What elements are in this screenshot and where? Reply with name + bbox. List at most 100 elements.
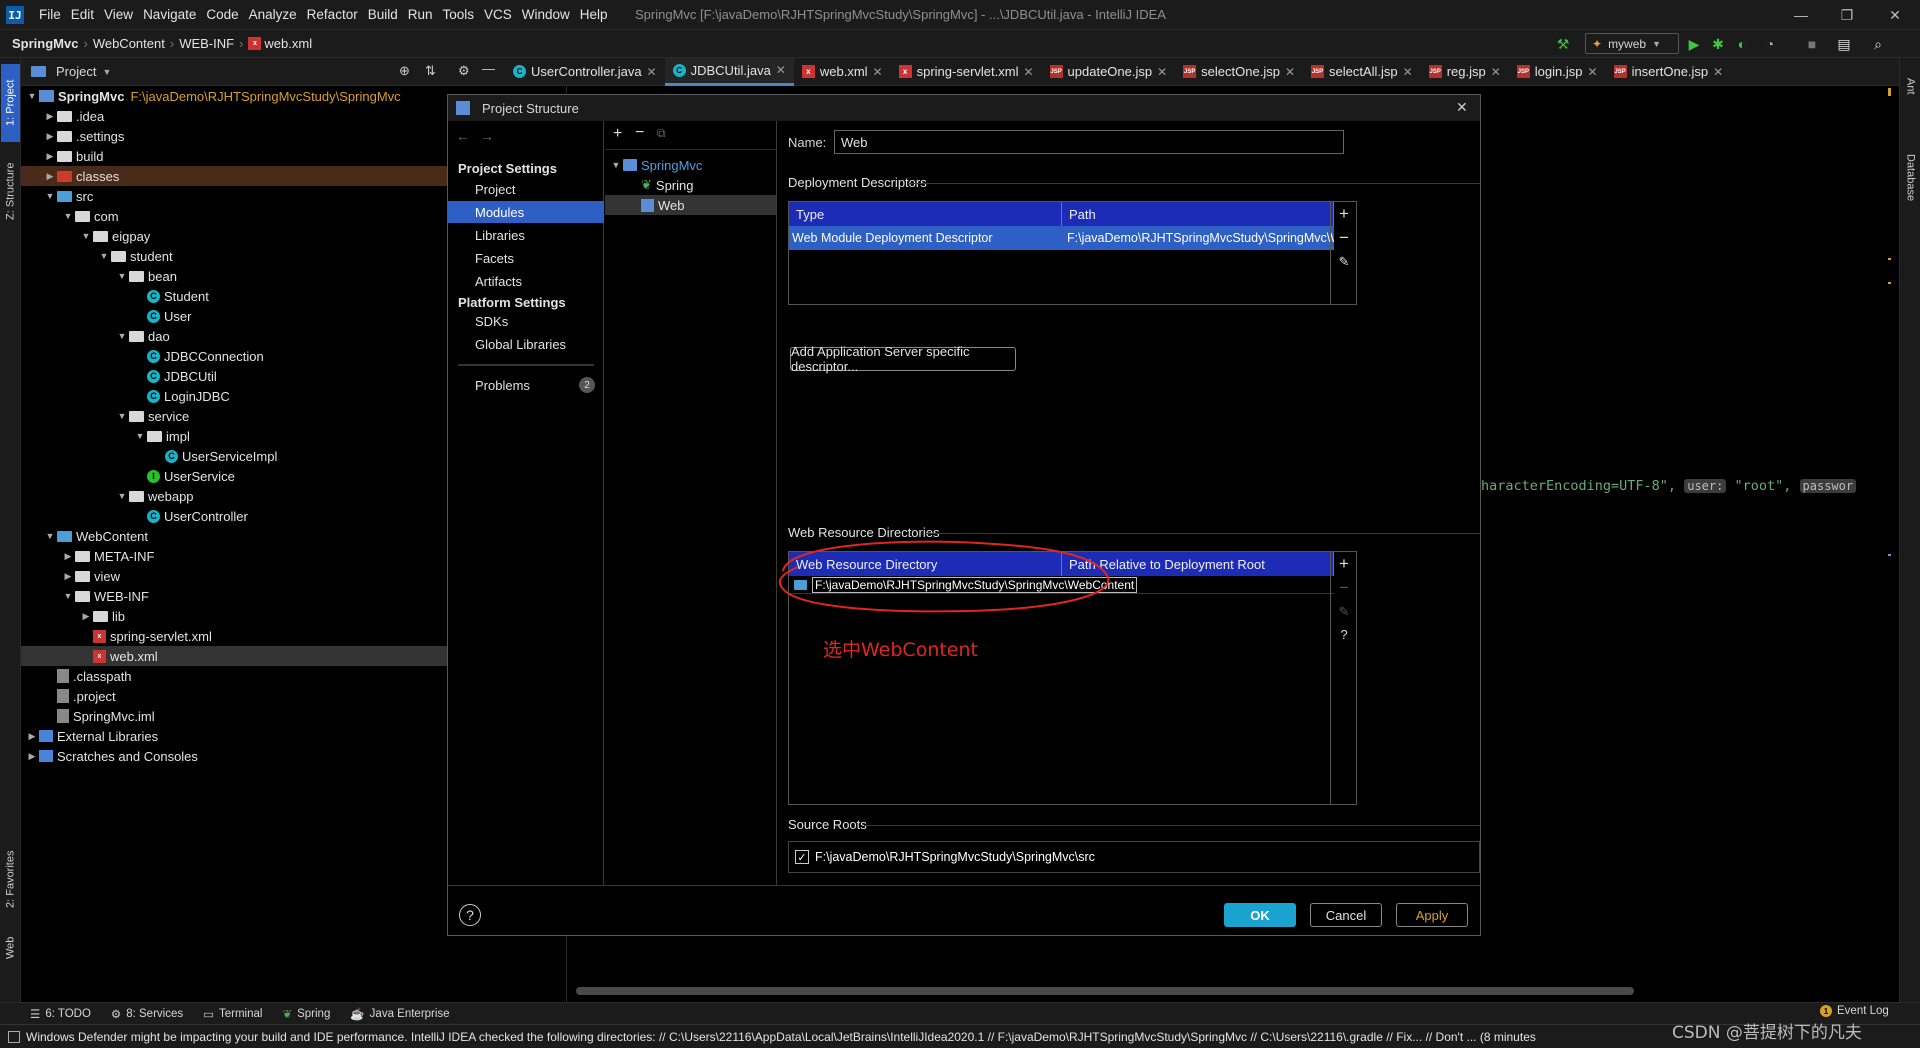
add-server-descriptor-button[interactable]: Add Application Server specific descript… [790, 344, 1016, 374]
close-tab-icon[interactable]: ✕ [1713, 65, 1723, 79]
nav-project[interactable]: Project [448, 178, 604, 200]
add-descriptor-icon[interactable]: + [1331, 202, 1357, 226]
tree-node[interactable]: ▼ WebContent [21, 526, 505, 546]
tree-node[interactable]: C JDBCConnection [21, 346, 505, 366]
facet-web[interactable]: Web [605, 195, 776, 215]
tree-node[interactable]: ▼ dao [21, 326, 505, 346]
tree-node[interactable]: C User [21, 306, 505, 326]
tree-node[interactable]: C LoginJDBC [21, 386, 505, 406]
forward-arrow-icon[interactable]: → [480, 128, 494, 144]
tree-node[interactable]: C Student [21, 286, 505, 306]
tree-node[interactable]: SpringMvc.iml [21, 706, 505, 726]
editor-tab[interactable]: JSP reg.jsp ✕ [1421, 58, 1509, 86]
close-tab-icon[interactable]: ✕ [1157, 65, 1167, 79]
edit-web-resource-icon[interactable]: ✎ [1331, 600, 1357, 624]
help-icon[interactable]: ? [1331, 622, 1357, 646]
web-tool-tab[interactable]: Web [1, 926, 20, 970]
tree-node[interactable]: ▼ bean [21, 266, 505, 286]
editor-tab[interactable]: JSP login.jsp ✕ [1509, 58, 1606, 86]
menu-refactor[interactable]: Refactor [302, 0, 363, 30]
editor-tab[interactable]: JSP selectOne.jsp ✕ [1175, 58, 1303, 86]
ok-button[interactable]: OK [1224, 903, 1296, 927]
expand-arrow-icon[interactable]: ▶ [43, 151, 57, 162]
close-tab-icon[interactable]: ✕ [647, 65, 657, 79]
tree-node[interactable]: ▼ impl [21, 426, 505, 446]
tree-node[interactable]: x web.xml [21, 646, 505, 666]
menu-navigate[interactable]: Navigate [138, 0, 201, 30]
close-tab-icon[interactable]: ✕ [1403, 65, 1413, 79]
bottom-tool-2[interactable]: ▭ Terminal [203, 1007, 262, 1021]
expand-arrow-icon[interactable]: ▶ [43, 111, 57, 122]
run-icon[interactable]: ▶ [1684, 34, 1704, 54]
editor-tab[interactable]: C JDBCUtil.java ✕ [664, 57, 794, 86]
nav-artifacts[interactable]: Artifacts [448, 270, 604, 292]
bottom-tool-0[interactable]: ☰ 6: TODO [30, 1007, 91, 1021]
close-tab-icon[interactable]: ✕ [1491, 65, 1501, 79]
tree-node[interactable]: .classpath [21, 666, 505, 686]
build-hammer-icon[interactable]: ⚒ [1553, 34, 1573, 54]
expand-arrow-icon[interactable]: ▶ [79, 611, 93, 622]
tree-node[interactable]: C UserServiceImpl [21, 446, 505, 466]
source-root-item[interactable]: ✓ F:\javaDemo\RJHTSpringMvcStudy\SpringM… [795, 845, 1095, 869]
menu-view[interactable]: View [99, 0, 138, 30]
menu-run[interactable]: Run [403, 0, 438, 30]
nav-facets[interactable]: Facets [448, 247, 604, 269]
menu-file[interactable]: File [34, 0, 66, 30]
menu-window[interactable]: Window [517, 0, 575, 30]
tree-node[interactable]: ▶ META-INF [21, 546, 505, 566]
menu-vcs[interactable]: VCS [479, 0, 517, 30]
stop-icon[interactable]: ■ [1802, 34, 1822, 54]
collapse-arrow-icon[interactable]: ▼ [115, 331, 129, 341]
coverage-icon[interactable]: ◐ [1732, 34, 1752, 54]
source-root-checkbox[interactable]: ✓ [795, 850, 809, 864]
structure-tool-tab[interactable]: Z: Structure [1, 150, 20, 232]
bottom-tool-1[interactable]: ⚙ 8: Services [111, 1007, 183, 1021]
breadcrumb-web-inf[interactable]: WEB-INF [179, 36, 234, 51]
nav-global-libraries[interactable]: Global Libraries [448, 333, 604, 355]
add-icon[interactable]: + [613, 125, 622, 143]
tree-node[interactable]: C UserController [21, 506, 505, 526]
collapse-arrow-icon[interactable]: ▼ [115, 491, 129, 501]
remove-web-resource-icon[interactable]: − [1331, 576, 1357, 600]
debug-icon[interactable]: ✱ [1708, 34, 1728, 54]
collapse-arrow-icon[interactable]: ▼ [61, 591, 75, 601]
expand-arrow-icon[interactable]: ▶ [25, 731, 39, 742]
close-tab-icon[interactable]: ✕ [1285, 65, 1295, 79]
collapse-arrow-icon[interactable]: ▼ [61, 211, 75, 221]
gear-icon[interactable]: ⚙ [458, 63, 470, 79]
close-dialog-icon[interactable]: ✕ [1456, 99, 1468, 116]
collapse-all-icon[interactable]: ⇅ [425, 63, 436, 79]
path-column-header[interactable]: Path [1062, 202, 1334, 226]
profile-icon[interactable]: ◔ [1760, 34, 1780, 54]
ant-tool-tab[interactable]: Ant [1902, 64, 1919, 108]
tree-node[interactable]: ▼ webapp [21, 486, 505, 506]
tree-node[interactable]: ▼ src [21, 186, 505, 206]
status-message[interactable]: Windows Defender might be impacting your… [26, 1030, 1676, 1044]
tree-node[interactable]: ▶ Scratches and Consoles [21, 746, 505, 766]
tree-node[interactable]: ▶ build [21, 146, 505, 166]
close-tab-icon[interactable]: ✕ [873, 65, 883, 79]
collapse-arrow-icon[interactable]: ▼ [97, 251, 111, 261]
expand-arrow-icon[interactable]: ▶ [43, 171, 57, 182]
editor-tab[interactable]: JSP updateOne.jsp ✕ [1042, 58, 1176, 86]
help-button[interactable]: ? [459, 904, 481, 926]
breadcrumb-webcontent[interactable]: WebContent [93, 36, 165, 51]
search-everywhere-icon[interactable]: ⌕ [1868, 34, 1888, 54]
nav-libraries[interactable]: Libraries [448, 224, 604, 246]
expand-arrow-icon[interactable]: ▶ [25, 751, 39, 762]
tree-node[interactable]: ▼ SpringMvc F:\javaDemo\RJHTSpringMvcStudy… [21, 86, 505, 106]
module-springmvc[interactable]: ▼ SpringMvc [605, 155, 776, 175]
apply-button[interactable]: Apply [1396, 903, 1468, 927]
close-tab-icon[interactable]: ✕ [1588, 65, 1598, 79]
tree-node[interactable]: ▶ view [21, 566, 505, 586]
menu-analyze[interactable]: Analyze [244, 0, 302, 30]
close-tab-icon[interactable]: ✕ [776, 63, 786, 77]
favorites-tool-tab[interactable]: 2: Favorites [1, 840, 20, 918]
tree-node[interactable]: .project [21, 686, 505, 706]
project-structure-icon[interactable]: ▤ [1834, 34, 1854, 54]
tree-node[interactable]: ▼ eigpay [21, 226, 505, 246]
tree-node[interactable]: ▶ .settings [21, 126, 505, 146]
tree-node[interactable]: ▼ WEB-INF [21, 586, 505, 606]
editor-tab[interactable]: x web.xml ✕ [794, 58, 891, 86]
remove-descriptor-icon[interactable]: − [1331, 226, 1357, 250]
